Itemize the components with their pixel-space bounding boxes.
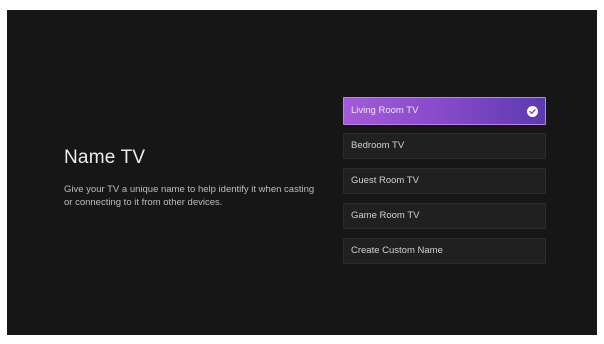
name-options-list: Living Room TV Bedroom TV Guest Room TV … bbox=[343, 97, 546, 273]
option-guest-room-tv[interactable]: Guest Room TV bbox=[343, 168, 546, 194]
option-create-custom-name[interactable]: Create Custom Name bbox=[343, 238, 546, 264]
page-description: Give your TV a unique name to help ident… bbox=[64, 184, 315, 208]
option-label: Game Room TV bbox=[351, 210, 420, 221]
option-living-room-tv[interactable]: Living Room TV bbox=[343, 97, 546, 125]
page-title: Name TV bbox=[64, 147, 146, 168]
tv-screen: Name TV Give your TV a unique name to he… bbox=[7, 10, 597, 335]
check-circle-icon bbox=[527, 106, 538, 117]
option-label: Living Room TV bbox=[351, 105, 419, 116]
option-label: Guest Room TV bbox=[351, 175, 419, 186]
option-label: Bedroom TV bbox=[351, 140, 405, 151]
option-bedroom-tv[interactable]: Bedroom TV bbox=[343, 133, 546, 159]
option-game-room-tv[interactable]: Game Room TV bbox=[343, 203, 546, 229]
option-label: Create Custom Name bbox=[351, 245, 443, 256]
